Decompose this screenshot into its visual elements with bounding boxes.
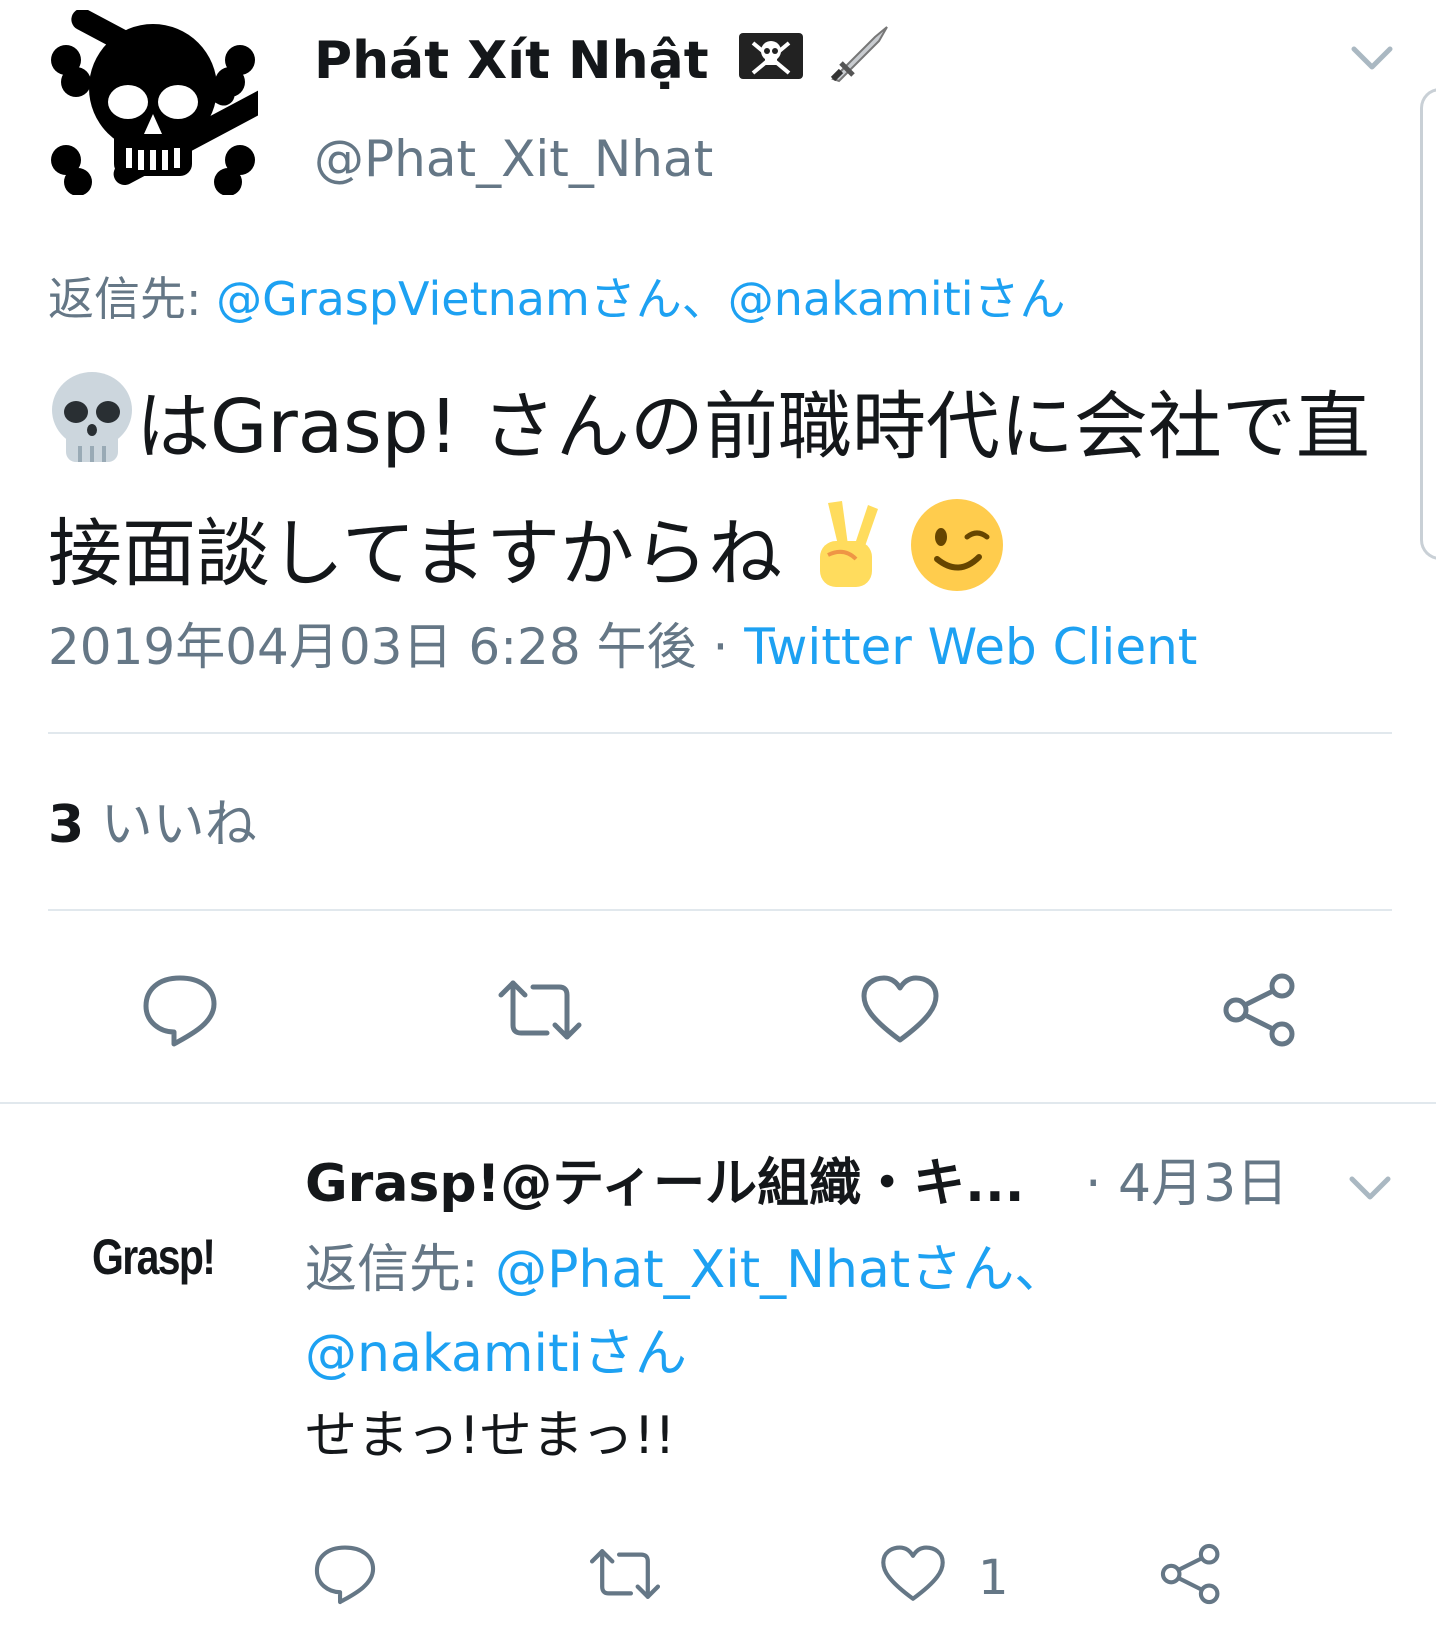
share-icon [1160, 1543, 1220, 1605]
source-link[interactable]: Twitter Web Client [744, 618, 1197, 676]
likes-label: いいね [100, 795, 257, 855]
chevron-down-icon [1349, 1176, 1391, 1200]
meta-dot: · [696, 618, 745, 676]
reply-icon [143, 975, 217, 1047]
likes-count: 3 [48, 795, 85, 855]
dagger-icon [827, 23, 893, 105]
like-count: 1 [978, 1550, 1009, 1606]
reply-to-label: 返信先: [305, 1240, 479, 1300]
tweet-meta: 2019年04月03日 6:28 午後 · Twitter Web Client [48, 612, 1197, 682]
retweet-icon [498, 980, 582, 1040]
like-icon [881, 1545, 945, 1601]
tweet-menu-button[interactable] [1346, 1170, 1394, 1206]
display-name[interactable]: Grasp!@ティール組織・キ... [305, 1148, 1024, 1220]
tweet-text: せまっ!せまっ!! [305, 1406, 676, 1466]
mention-link[interactable]: @nakamitiさん [305, 1324, 687, 1384]
share-icon [1223, 973, 1295, 1047]
skull-icon [48, 370, 136, 497]
pirate-flag-icon [738, 25, 805, 103]
mention-separator: 、 [1014, 1240, 1067, 1300]
timestamp[interactable]: 2019年04月03日 6:28 午後 [48, 618, 697, 676]
reply-to-label: 返信先: [48, 272, 202, 326]
display-name-text: Phát Xít Nhật [314, 31, 709, 91]
winking-face-icon [909, 497, 1005, 624]
share-button[interactable] [1146, 1534, 1236, 1614]
mention-link[interactable]: @Phat_Xit_Nhatさん [495, 1240, 1014, 1300]
scrollbar[interactable] [1420, 88, 1436, 560]
mention-separator: 、 [681, 272, 728, 326]
tweet-separator [0, 1102, 1436, 1104]
reply-button[interactable] [130, 965, 230, 1055]
display-name[interactable]: Phát Xít Nhật [314, 22, 893, 105]
like-button[interactable] [868, 1534, 958, 1614]
share-button[interactable] [1210, 965, 1310, 1055]
mention-link[interactable]: @nakamitiさん [728, 272, 1066, 326]
avatar[interactable] [48, 8, 277, 196]
reply-context: 返信先: @Phat_Xit_Nhatさん、 @nakamitiさん [305, 1228, 1405, 1396]
like-button[interactable] [850, 965, 950, 1055]
divider [48, 909, 1392, 911]
likes-summary[interactable]: 3 いいね [48, 790, 257, 860]
handle[interactable]: @Phat_Xit_Nhat [314, 124, 713, 194]
chevron-down-icon [1351, 46, 1393, 70]
reply-icon [314, 1545, 376, 1605]
like-icon [861, 975, 939, 1043]
tweet-menu-button[interactable] [1348, 40, 1396, 76]
skull-crossbones-icon [51, 8, 277, 196]
tweet-text-content: はGrasp! さんの前職時代に会社で直接面談してますからね [48, 384, 1370, 597]
mention-link[interactable]: @GraspVietnamさん [216, 272, 682, 326]
retweet-icon [589, 1549, 661, 1599]
tweet-text: はGrasp! さんの前職時代に会社で直接面談してますからね [48, 370, 1408, 624]
reply-context: 返信先: @GraspVietnamさん、@nakamitiさん [48, 265, 1066, 333]
divider [48, 732, 1392, 734]
retweet-button[interactable] [490, 965, 590, 1055]
avatar[interactable]: Grasp! [92, 1228, 216, 1286]
timestamp[interactable]: · 4月3日 [1085, 1148, 1288, 1220]
victory-hand-icon [806, 497, 886, 624]
retweet-button[interactable] [580, 1534, 670, 1614]
reply-button[interactable] [300, 1534, 390, 1614]
